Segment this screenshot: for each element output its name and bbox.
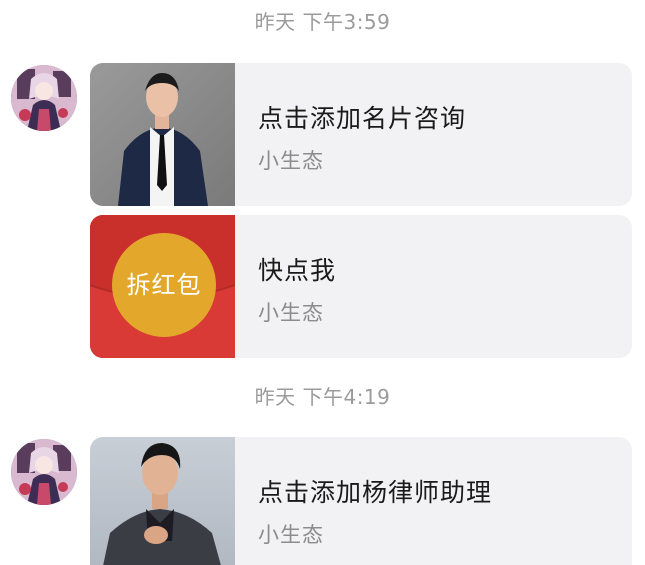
card-title: 点击添加杨律师助理 bbox=[258, 478, 493, 507]
man-in-suit-photo-icon bbox=[90, 63, 235, 206]
anime-avatar-icon bbox=[11, 65, 77, 131]
card-subtitle: 小生态 bbox=[258, 301, 324, 325]
contact-photo bbox=[90, 437, 235, 565]
open-red-packet-label: 拆红包 bbox=[126, 271, 202, 299]
card-title: 点击添加名片咨询 bbox=[258, 104, 467, 133]
man-in-suit-photo-icon bbox=[90, 437, 235, 565]
avatar[interactable] bbox=[11, 65, 77, 131]
red-packet-image: 拆红包 bbox=[90, 215, 235, 358]
card-title: 快点我 bbox=[258, 256, 337, 285]
chat-view: 昨天 下午3:59 点击添加名片咨询 小生态 拆红包 快点我 小生态 昨天 下午… bbox=[0, 0, 645, 565]
avatar[interactable] bbox=[11, 439, 77, 505]
contact-photo bbox=[90, 63, 235, 206]
anime-avatar-icon bbox=[11, 439, 77, 505]
red-packet-card[interactable]: 拆红包 快点我 小生态 bbox=[90, 215, 632, 358]
contact-card[interactable]: 点击添加杨律师助理 小生态 bbox=[90, 437, 632, 565]
card-subtitle: 小生态 bbox=[258, 149, 324, 173]
timestamp: 昨天 下午3:59 bbox=[254, 10, 391, 34]
card-subtitle: 小生态 bbox=[258, 523, 324, 547]
contact-card[interactable]: 点击添加名片咨询 小生态 bbox=[90, 63, 632, 206]
timestamp: 昨天 下午4:19 bbox=[254, 385, 391, 409]
